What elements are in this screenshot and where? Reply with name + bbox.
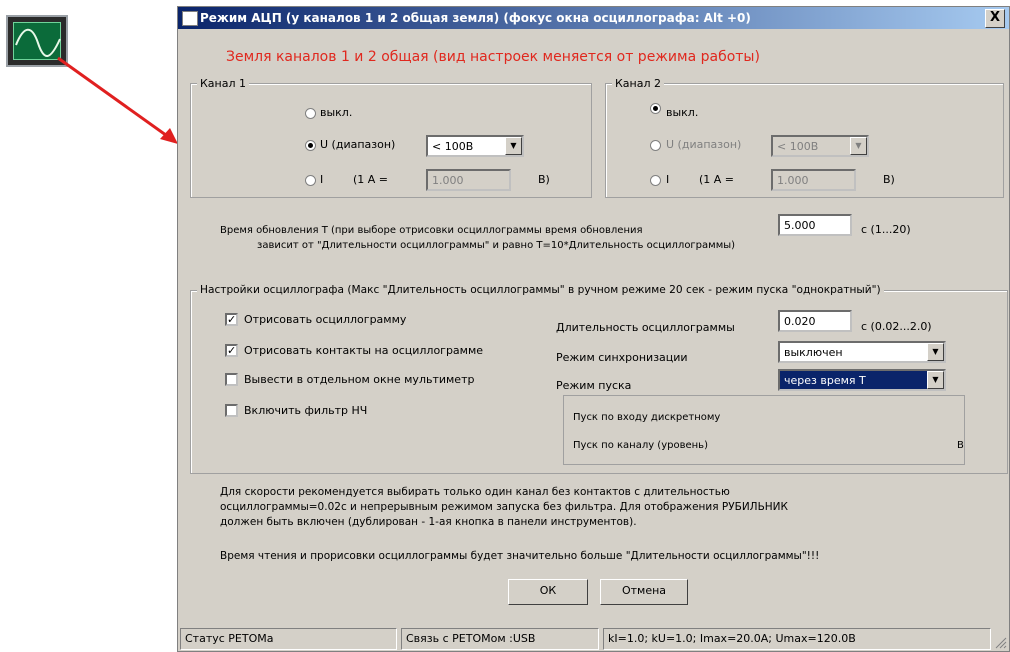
channel1-ratio-prefix: (1 А = [353, 173, 389, 186]
channel2-ratio-value: 1.000 [777, 174, 809, 187]
channel2-legend: Канал 2 [612, 77, 665, 90]
ok-button[interactable]: ОК [508, 579, 588, 605]
start-by-channel-level[interactable]: Пуск по каналу (уровень) [573, 440, 708, 451]
note-line2: осциллограммы=0.02с и непрерывным режимо… [220, 501, 788, 513]
update-time-input[interactable]: 5.000 [778, 214, 852, 236]
channel1-legend: Канал 1 [197, 77, 250, 90]
adc-mode-dialog: Режим АЦП (у каналов 1 и 2 общая земля) … [177, 6, 1010, 652]
channel1-off-radio[interactable] [305, 108, 316, 119]
resize-grip-icon[interactable] [993, 635, 1007, 649]
chevron-down-icon[interactable]: ▼ [927, 343, 944, 361]
channel2-u-radio[interactable] [650, 140, 661, 151]
multimeter-window-label: Вывести в отдельном окне мультиметр [244, 373, 475, 386]
osc-settings-legend: Настройки осциллографа (Макс "Длительнос… [197, 284, 884, 296]
channel1-u-radio[interactable] [305, 140, 316, 151]
lowpass-filter-label: Включить фильтр НЧ [244, 404, 368, 417]
channel1-ratio-value: 1.000 [432, 174, 464, 187]
channel1-range-select[interactable]: < 100В ▼ [426, 135, 524, 157]
lowpass-filter-checkbox[interactable] [225, 404, 238, 417]
sync-mode-label: Режим синхронизации [556, 351, 688, 364]
duration-input[interactable]: 0.020 [778, 310, 852, 332]
start-mode-value: через время Т [784, 374, 866, 387]
channel2-i-label: I [666, 173, 670, 186]
start-level-unit: В [957, 440, 964, 451]
channel1-i-label: I [320, 173, 324, 186]
channel1-off-label: выкл. [320, 106, 353, 119]
note-line4: Время чтения и прорисовки осциллограммы … [220, 550, 820, 562]
update-time-unit: с (1...20) [861, 223, 911, 236]
channel2-ratio-input[interactable]: 1.000 [771, 169, 856, 191]
sync-mode-value: выключен [784, 346, 843, 359]
multimeter-window-checkbox[interactable] [225, 373, 238, 386]
draw-oscillogram-checkbox[interactable]: ✓ [225, 313, 238, 326]
duration-value: 0.020 [784, 315, 816, 328]
start-mode-select[interactable]: через время Т ▼ [778, 369, 946, 391]
status-retom: Статус РЕТОМа [180, 628, 397, 650]
channel2-range-select[interactable]: < 100В ▼ [771, 135, 869, 157]
channel2-ratio-suffix: В) [883, 173, 895, 186]
window-icon [182, 11, 198, 26]
sync-mode-select[interactable]: выключен ▼ [778, 341, 946, 363]
chevron-down-icon[interactable]: ▼ [927, 371, 944, 389]
channel2-range-value: < 100В [777, 140, 819, 153]
update-time-label-line1: Время обновления Т (при выборе отрисовки… [220, 225, 643, 236]
chevron-down-icon[interactable]: ▼ [850, 137, 867, 155]
channel1-range-value: < 100В [432, 140, 474, 153]
note-line1: Для скорости рекомендуется выбирать толь… [220, 486, 730, 498]
dialog-title: Режим АЦП (у каналов 1 и 2 общая земля) … [200, 11, 751, 25]
channel1-ratio-input[interactable]: 1.000 [426, 169, 511, 191]
channel2-ratio-prefix: (1 А = [699, 173, 735, 186]
channel1-ratio-suffix: В) [538, 173, 550, 186]
note-line3: должен быть включен (дублирован - 1-ая к… [220, 516, 637, 528]
start-by-discrete-input[interactable]: Пуск по входу дискретному [573, 412, 720, 423]
close-button[interactable]: X [985, 9, 1005, 28]
update-time-value: 5.000 [784, 219, 816, 232]
channel2-u-label: U (диапазон) [666, 138, 742, 151]
ground-warning: Земля каналов 1 и 2 общая (вид настроек … [226, 49, 760, 65]
start-options-panel [563, 395, 965, 465]
start-mode-label: Режим пуска [556, 379, 632, 392]
channel1-u-label: U (диапазон) [320, 138, 396, 151]
title-bar: Режим АЦП (у каналов 1 и 2 общая земля) … [178, 7, 1009, 29]
chevron-down-icon[interactable]: ▼ [505, 137, 522, 155]
channel1-i-radio[interactable] [305, 175, 316, 186]
status-connection: Связь с РЕТОМом :USB [401, 628, 599, 650]
status-coefficients: kI=1.0; kU=1.0; Imax=20.0А; Umax=120.0В [603, 628, 991, 650]
channel2-off-label: выкл. [666, 106, 699, 119]
update-time-label-line2: зависит от "Длительности осциллограммы" … [257, 240, 736, 251]
channel2-off-radio[interactable] [650, 103, 661, 114]
cancel-button[interactable]: Отмена [600, 579, 688, 605]
pointer-arrow [57, 56, 178, 144]
channel2-i-radio[interactable] [650, 175, 661, 186]
duration-unit: с (0.02...2.0) [861, 320, 932, 333]
draw-oscillogram-label: Отрисовать осциллограмму [244, 313, 407, 326]
draw-contacts-checkbox[interactable]: ✓ [225, 344, 238, 357]
duration-label: Длительность осциллограммы [556, 321, 735, 334]
draw-contacts-label: Отрисовать контакты на осциллограмме [244, 344, 484, 357]
